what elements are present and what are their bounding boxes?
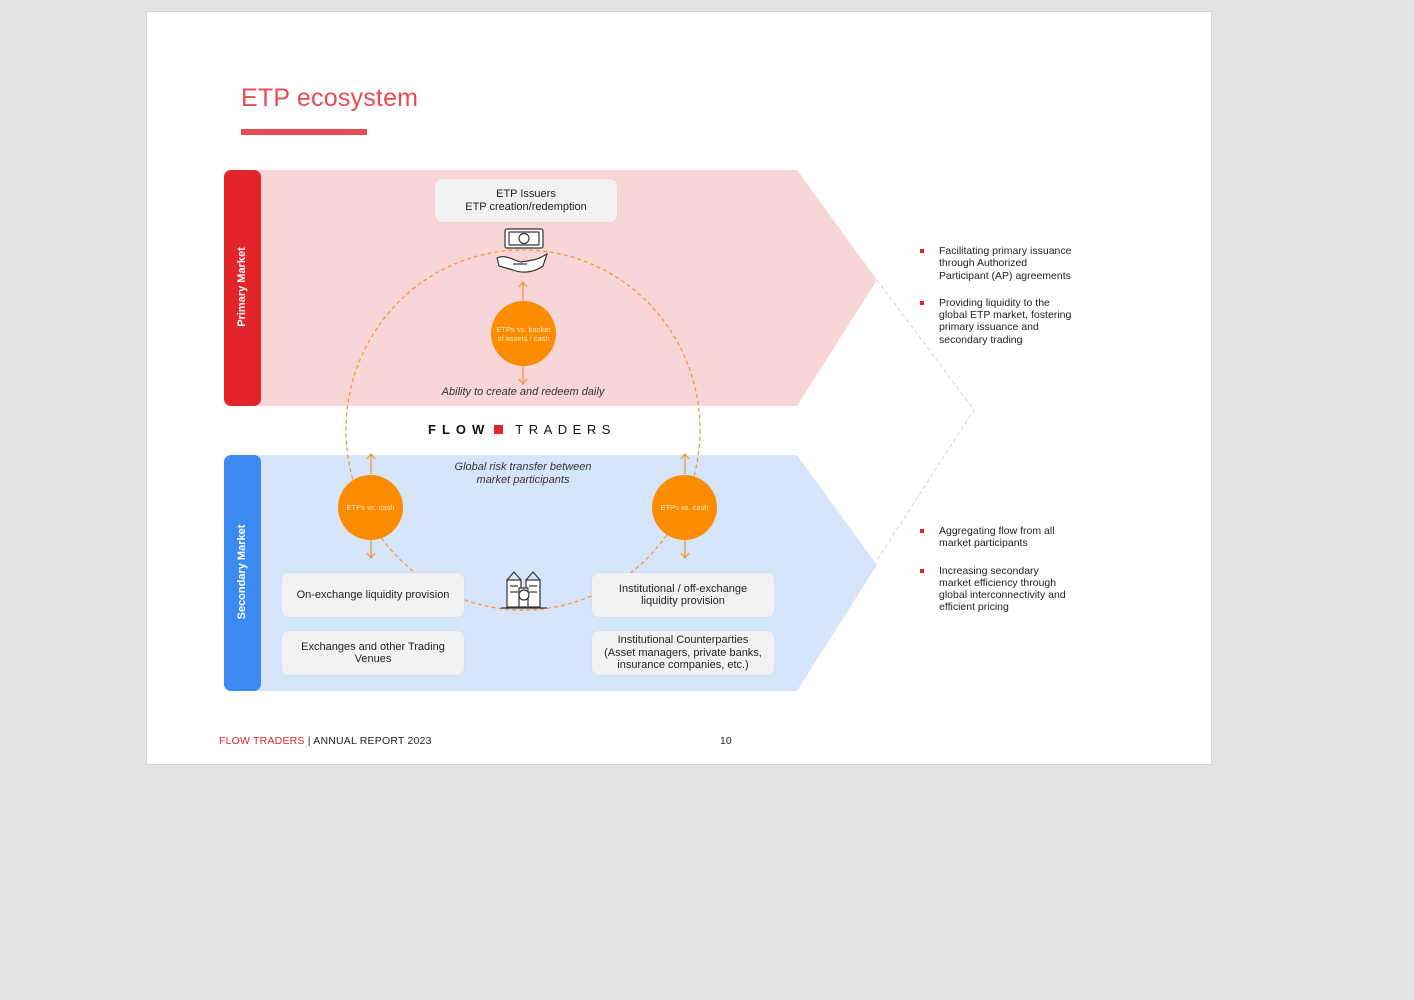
left-exchange-circle: ETPs vs. cash xyxy=(338,475,403,540)
flow-traders-logo: FLOW TRADERS xyxy=(428,422,616,437)
etp-issuers-box: ETP Issuers ETP creation/redemption xyxy=(435,179,617,222)
on-exchange-text: On-exchange liquidity provision xyxy=(296,588,450,601)
etp-issuers-text: ETP Issuers ETP creation/redemption xyxy=(465,188,587,213)
counterparties-text: Institutional Counterparties (Asset mana… xyxy=(604,634,762,672)
brand-traders: TRADERS xyxy=(515,422,616,437)
page-footer: FLOW TRADERS | ANNUAL REPORT 2023 xyxy=(219,735,432,747)
secondary-market-label: Secondary Market xyxy=(236,524,248,620)
brand-square-icon xyxy=(494,425,504,434)
primary-caption: Ability to create and redeem daily xyxy=(441,386,605,398)
secondary-bullets: Aggregating flow from all market partici… xyxy=(919,525,1099,629)
secondary-bullet: Aggregating flow from all market partici… xyxy=(919,525,1099,550)
counterparties-box: Institutional Counterparties (Asset mana… xyxy=(592,631,774,675)
footer-report: ANNUAL REPORT 2023 xyxy=(313,735,432,747)
institutional-text: Institutional / off-exchange liquidity p… xyxy=(618,582,748,608)
exchanges-box: Exchanges and other Trading Venues xyxy=(282,631,464,675)
primary-bullets: Facilitating primary issuance through Au… xyxy=(919,245,1099,361)
primary-bullet: Providing liquidity to the global ETP ma… xyxy=(919,297,1099,346)
exchanges-text: Exchanges and other Trading Venues xyxy=(301,640,445,666)
primary-market-label: Primary Market xyxy=(236,247,248,327)
right-exchange-circle: ETPs vs. cash xyxy=(652,475,717,540)
secondary-bullet: Increasing secondary market efficiency t… xyxy=(919,565,1099,614)
brand-flow: FLOW xyxy=(428,422,491,437)
on-exchange-box: On-exchange liquidity provision xyxy=(282,573,464,617)
primary-exchange-circle: ETPs vs. basket of assets / cash xyxy=(491,301,556,366)
primary-bullet: Facilitating primary issuance through Au… xyxy=(919,245,1099,282)
footer-separator: | xyxy=(304,735,314,747)
secondary-caption: Global risk transfer between market part… xyxy=(454,461,592,486)
footer-brand: FLOW TRADERS xyxy=(219,735,305,747)
page-number: 10 xyxy=(720,735,732,747)
report-page: ETP ecosystem Primary Market Secondary M… xyxy=(146,11,1212,765)
institutional-box: Institutional / off-exchange liquidity p… xyxy=(592,573,774,617)
